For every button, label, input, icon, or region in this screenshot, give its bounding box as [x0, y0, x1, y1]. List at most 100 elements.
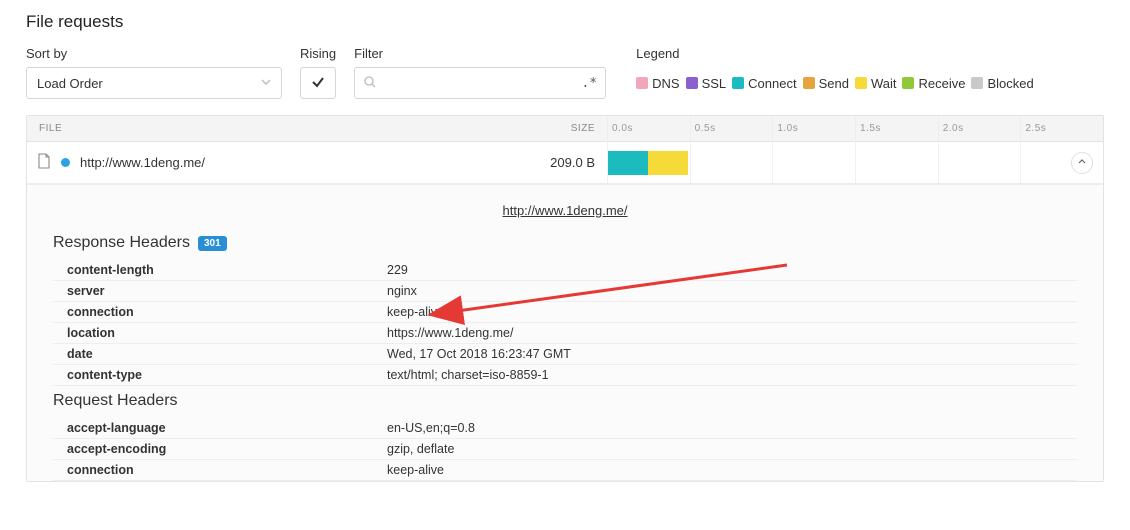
legend-item: Connect [732, 76, 796, 91]
timeline-tick: 1.0s [772, 116, 855, 142]
connect-bar [608, 151, 648, 175]
requests-table: FILE SIZE 0.0s0.5s1.0s1.5s2.0s2.5s http:… [26, 115, 1104, 482]
chevron-up-icon [1078, 158, 1086, 169]
header-value: 229 [387, 263, 1077, 277]
header-row: content-length229 [53, 260, 1077, 281]
legend-label-text: Blocked [987, 76, 1033, 91]
page-title: File requests [26, 12, 1104, 32]
legend-item: Send [803, 76, 849, 91]
detail-url[interactable]: http://www.1deng.me/ [53, 203, 1077, 218]
timeline-tick: 1.5s [855, 116, 938, 142]
legend-item: Blocked [971, 76, 1033, 91]
row-timeline [607, 142, 1103, 183]
filter-input[interactable] [377, 76, 581, 91]
request-headers-label: Request Headers [53, 392, 178, 410]
timeline-tick: 2.5s [1020, 116, 1103, 142]
timeline-header: 0.0s0.5s1.0s1.5s2.0s2.5s [607, 116, 1103, 142]
request-headers-title: Request Headers [53, 392, 1077, 410]
legend-item: DNS [636, 76, 679, 91]
header-key: location [67, 326, 387, 340]
header-row: locationhttps://www.1deng.me/ [53, 323, 1077, 344]
filter-label: Filter [354, 46, 606, 61]
response-headers-label: Response Headers [53, 234, 190, 252]
timeline-tick: 0.0s [607, 116, 690, 142]
col-size: SIZE [427, 123, 607, 134]
legend-label-text: Receive [918, 76, 965, 91]
header-row: servernginx [53, 281, 1077, 302]
search-icon [363, 75, 377, 92]
legend-swatch [971, 77, 983, 89]
header-key: content-type [67, 368, 387, 382]
legend-label-text: Wait [871, 76, 897, 91]
col-file: FILE [27, 123, 427, 134]
row-url: http://www.1deng.me/ [80, 155, 205, 170]
sort-label: Sort by [26, 46, 282, 61]
collapse-button[interactable] [1071, 152, 1093, 174]
response-headers-title: Response Headers 301 [53, 234, 1077, 252]
header-value: keep-alive [387, 305, 1077, 319]
header-key: connection [67, 463, 387, 477]
legend-label-text: DNS [652, 76, 679, 91]
wait-bar [648, 151, 688, 175]
legend-items: DNS SSL Connect Send Wait Receive Blocked [636, 67, 1038, 99]
legend-item: SSL [686, 76, 727, 91]
status-badge: 301 [198, 236, 227, 251]
sort-value: Load Order [37, 76, 103, 91]
sort-select[interactable]: Load Order [26, 67, 282, 99]
legend-swatch [686, 77, 698, 89]
header-row: connectionkeep-alive [53, 460, 1077, 481]
header-key: accept-encoding [67, 442, 387, 456]
legend-swatch [855, 77, 867, 89]
header-row: accept-encodinggzip, deflate [53, 439, 1077, 460]
document-icon [37, 153, 51, 172]
header-row: content-typetext/html; charset=iso-8859-… [53, 365, 1077, 386]
header-value: en-US,en;q=0.8 [387, 421, 1077, 435]
legend-swatch [803, 77, 815, 89]
header-row: accept-languageen-US,en;q=0.8 [53, 418, 1077, 439]
timing-bar [608, 151, 688, 175]
legend-swatch [902, 77, 914, 89]
response-headers-table: content-length229servernginxconnectionke… [53, 260, 1077, 386]
header-value: keep-alive [387, 463, 1077, 477]
header-value: nginx [387, 284, 1077, 298]
rising-group: Rising [300, 46, 336, 99]
controls-bar: Sort by Load Order Rising Filter .* Lege… [26, 46, 1104, 99]
row-file: http://www.1deng.me/ [27, 153, 427, 172]
filter-box: .* [354, 67, 606, 99]
timeline-tick: 2.0s [938, 116, 1021, 142]
timeline-tick: 0.5s [690, 116, 773, 142]
header-key: accept-language [67, 421, 387, 435]
legend-swatch [732, 77, 744, 89]
detail-panel: http://www.1deng.me/ Response Headers 30… [27, 184, 1103, 481]
legend-label-text: SSL [702, 76, 727, 91]
rising-label: Rising [300, 46, 336, 61]
header-row: dateWed, 17 Oct 2018 16:23:47 GMT [53, 344, 1077, 365]
legend-group: Legend DNS SSL Connect Send Wait Receive Block… [636, 46, 1038, 99]
regex-hint: .* [581, 76, 597, 91]
legend-item: Wait [855, 76, 897, 91]
legend-swatch [636, 77, 648, 89]
legend-label: Legend [636, 46, 1038, 61]
header-key: server [67, 284, 387, 298]
header-value: Wed, 17 Oct 2018 16:23:47 GMT [387, 347, 1077, 361]
header-key: date [67, 347, 387, 361]
header-value: text/html; charset=iso-8859-1 [387, 368, 1077, 382]
legend-label-text: Send [819, 76, 849, 91]
status-dot [61, 158, 70, 167]
table-row[interactable]: http://www.1deng.me/ 209.0 B [27, 142, 1103, 184]
check-icon [311, 75, 325, 92]
row-size: 209.0 B [427, 155, 607, 170]
header-key: connection [67, 305, 387, 319]
request-headers-table: accept-languageen-US,en;q=0.8accept-enco… [53, 418, 1077, 481]
header-value: https://www.1deng.me/ [387, 326, 1077, 340]
header-row: connectionkeep-alive [53, 302, 1077, 323]
filter-group: Filter .* [354, 46, 606, 99]
legend-item: Receive [902, 76, 965, 91]
header-key: content-length [67, 263, 387, 277]
legend-label-text: Connect [748, 76, 796, 91]
header-value: gzip, deflate [387, 442, 1077, 456]
sort-group: Sort by Load Order [26, 46, 282, 99]
chevron-down-icon [261, 77, 271, 90]
table-header: FILE SIZE 0.0s0.5s1.0s1.5s2.0s2.5s [27, 116, 1103, 142]
rising-toggle[interactable] [300, 67, 336, 99]
